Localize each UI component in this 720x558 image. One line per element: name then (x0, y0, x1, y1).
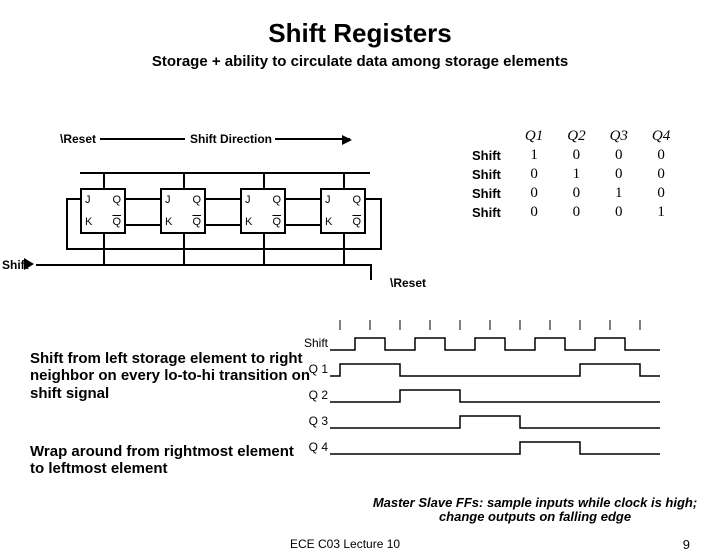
pin-j: J (165, 194, 171, 206)
flipflop-2: J K Q Q (160, 188, 206, 234)
wire (126, 198, 160, 200)
shift-direction-arrow-icon (275, 138, 350, 140)
wire (206, 224, 240, 226)
wire (380, 198, 382, 250)
pin-j: J (325, 194, 331, 206)
circuit-diagram: \Reset Shift Direction J K Q Q J K Q Q J… (60, 128, 410, 298)
pin-q: Q (192, 194, 201, 206)
page-number: 9 (683, 537, 690, 552)
wire (343, 234, 345, 266)
wire (366, 198, 380, 200)
wire (370, 264, 372, 280)
clock-icon (24, 258, 34, 270)
wire (66, 198, 68, 250)
wire (183, 172, 185, 188)
wire (183, 234, 185, 266)
timing-wave-q2 (330, 386, 680, 406)
bus-reset (80, 172, 370, 174)
table-row: Shift 01 00 (460, 166, 682, 185)
wire (343, 172, 345, 188)
timing-label-q3: Q 3 (300, 414, 328, 428)
table-row: Shift 00 01 (460, 204, 682, 223)
pin-k: K (165, 216, 172, 228)
paragraph-wrap-desc: Wrap around from rightmost element to le… (30, 443, 310, 478)
col-q4: Q4 (640, 128, 682, 147)
wire (103, 172, 105, 188)
reset-low-label: \Reset (390, 276, 426, 290)
pin-k: K (85, 216, 92, 228)
pin-j: J (85, 194, 91, 206)
timing-wave-q3 (330, 412, 680, 432)
wire (286, 198, 320, 200)
wire (263, 172, 265, 188)
wire (206, 198, 240, 200)
timing-wave-q4 (330, 438, 680, 458)
pin-qbar: Q (192, 216, 201, 228)
bus-shift (36, 264, 370, 266)
reset-label: \Reset (60, 132, 96, 146)
reset-wire (100, 138, 185, 140)
timing-wave-shift (330, 334, 680, 354)
page-title: Shift Registers (0, 18, 720, 49)
page-subtitle: Storage + ability to circulate data amon… (0, 53, 720, 70)
pin-q: Q (112, 194, 121, 206)
flipflop-4: J K Q Q (320, 188, 366, 234)
table-row: Shift 10 00 (460, 147, 682, 166)
pin-qbar: Q (352, 216, 361, 228)
pin-q: Q (272, 194, 281, 206)
shift-direction-label: Shift Direction (190, 132, 272, 146)
flipflop-1: J K Q Q (80, 188, 126, 234)
wire (263, 234, 265, 266)
wire (126, 224, 160, 226)
state-table: Q1 Q2 Q3 Q4 Shift 10 00 Shift 01 00 Shif… (460, 128, 682, 223)
wire (286, 224, 320, 226)
col-q3: Q3 (598, 128, 640, 147)
pin-qbar: Q (272, 216, 281, 228)
pin-q: Q (352, 194, 361, 206)
paragraph-shift-desc: Shift from left storage element to right… (30, 350, 310, 402)
wire (103, 234, 105, 266)
table-row: Shift 00 10 (460, 185, 682, 204)
timing-wave-q1 (330, 360, 680, 380)
col-q2: Q2 (555, 128, 597, 147)
wire (66, 198, 80, 200)
flipflop-3: J K Q Q (240, 188, 286, 234)
pin-k: K (245, 216, 252, 228)
timing-diagram: Shift Q 1 Q 2 Q 3 Q 4 (330, 318, 680, 488)
pin-k: K (325, 216, 332, 228)
timing-ticks (330, 318, 680, 332)
wire (66, 248, 382, 250)
footer-lecture: ECE C03 Lecture 10 (290, 537, 400, 551)
timing-label-shift: Shift (300, 336, 328, 350)
footer-note: Master Slave FFs: sample inputs while cl… (370, 496, 700, 525)
pin-qbar: Q (112, 216, 121, 228)
col-q1: Q1 (513, 128, 555, 147)
pin-j: J (245, 194, 251, 206)
